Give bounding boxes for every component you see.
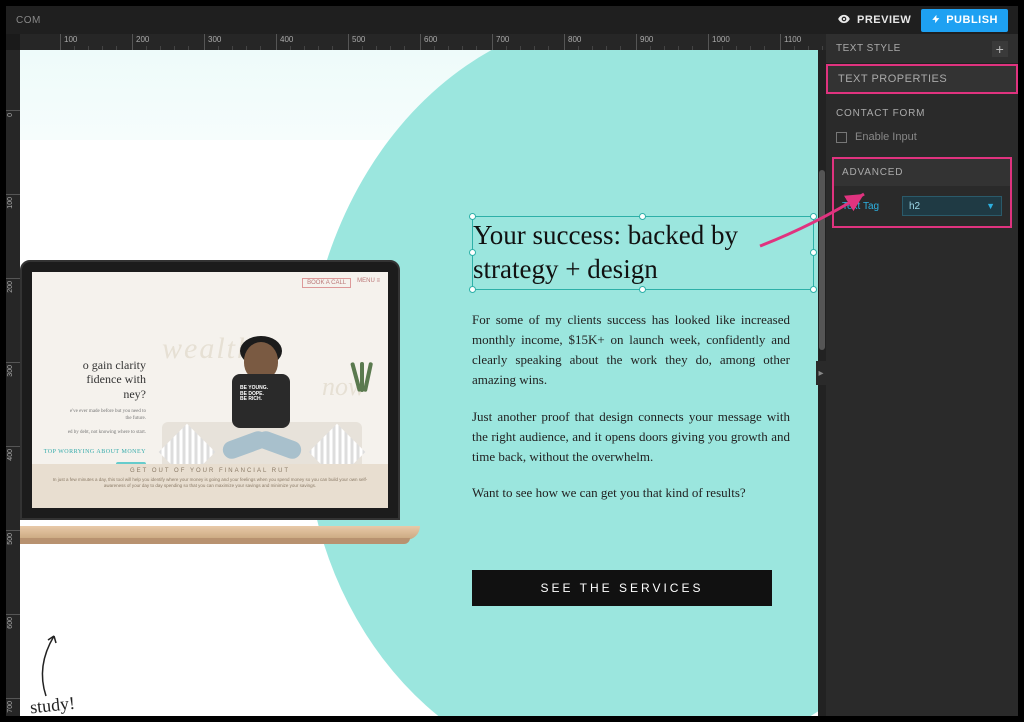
text-tag-select[interactable]: h2 ▼ (902, 196, 1002, 216)
chevron-down-icon: ▼ (986, 201, 995, 211)
preview-label: PREVIEW (857, 14, 911, 26)
panel-collapse-handle[interactable]: ▸ (816, 361, 826, 385)
enable-input-checkbox[interactable] (836, 132, 847, 143)
mockup-heading: o gain clarity fidence with ney? (32, 358, 146, 401)
text-properties-label: TEXT PROPERTIES (838, 73, 947, 85)
cta-label: SEE THE SERVICES (541, 581, 704, 595)
resize-handle[interactable] (810, 213, 817, 220)
add-text-style-button[interactable]: + (992, 41, 1008, 57)
ruler-horizontal: 10020030040050060070080090010001100 (20, 34, 826, 50)
top-bar: COM PREVIEW PUBLISH (6, 6, 1018, 34)
publish-button[interactable]: PUBLISH (921, 9, 1008, 32)
mockup-banner-desc: In just a few minutes a day, this tool w… (52, 477, 368, 489)
body-copy[interactable]: For some of my clients success has looke… (472, 310, 790, 519)
resize-handle[interactable] (810, 249, 817, 256)
bolt-icon (931, 13, 941, 28)
text-tag-value: h2 (909, 201, 920, 212)
preview-button[interactable]: PREVIEW (837, 12, 911, 29)
mockup-banner: GET OUT OF YOUR FINANCIAL RUT In just a … (32, 464, 388, 508)
study-label: study! (29, 693, 76, 716)
text-tag-field: Text Tag h2 ▼ (834, 196, 1010, 216)
resize-handle[interactable] (639, 213, 646, 220)
design-canvas[interactable]: Your success: backed by strategy + desig… (20, 50, 826, 716)
paragraph: Just another proof that design connects … (472, 407, 790, 467)
mockup-sub: e've ever made before but you need to th… (32, 409, 146, 422)
text-style-label: TEXT STYLE (836, 43, 901, 54)
text-style-header[interactable]: TEXT STYLE + (826, 34, 1018, 64)
paragraph: Want to see how we can get you that kind… (472, 483, 790, 503)
text-properties-header[interactable]: TEXT PROPERTIES (826, 64, 1018, 94)
mockup-stop: TOP WORRYING ABOUT MONEY (32, 449, 146, 456)
resize-handle[interactable] (639, 286, 646, 293)
breadcrumb: COM (16, 15, 41, 26)
resize-handle[interactable] (469, 286, 476, 293)
enable-input-label: Enable Input (855, 131, 917, 143)
headline-text[interactable]: Your success: backed by strategy + desig… (473, 219, 813, 287)
selected-text-element[interactable]: Your success: backed by strategy + desig… (472, 216, 814, 290)
scrollbar-thumb[interactable] (819, 170, 825, 350)
advanced-title: ADVANCED (834, 159, 1010, 186)
app-frame: COM PREVIEW PUBLISH 10020030040050060070… (0, 0, 1024, 722)
text-tag-label: Text Tag (842, 201, 892, 212)
mockup-tee-text: BE YOUNG. BE DOPE. BE RICH. (240, 386, 282, 403)
contact-form-title: CONTACT FORM (826, 94, 1018, 127)
ruler-vertical: 0100200300400500600700 (6, 50, 20, 716)
mockup-sub: ed by debt, not knowing where to start. (32, 430, 146, 437)
resize-handle[interactable] (810, 286, 817, 293)
laptop-mockup: BOOK A CALL MENU ≡ wealth now o gain cla… (20, 260, 440, 580)
mockup-banner-title: GET OUT OF YOUR FINANCIAL RUT (52, 468, 368, 474)
properties-panel: TEXT STYLE + TEXT PROPERTIES CONTACT FOR… (826, 34, 1018, 716)
cta-button[interactable]: SEE THE SERVICES (472, 570, 772, 606)
publish-label: PUBLISH (946, 14, 998, 26)
enable-input-row[interactable]: Enable Input (826, 127, 1018, 157)
resize-handle[interactable] (469, 249, 476, 256)
mockup-left-copy: o gain clarity fidence with ney? e've ev… (32, 358, 152, 472)
eye-icon (837, 12, 851, 29)
resize-handle[interactable] (469, 213, 476, 220)
advanced-section: ADVANCED Text Tag h2 ▼ (832, 157, 1012, 228)
paragraph: For some of my clients success has looke… (472, 310, 790, 391)
